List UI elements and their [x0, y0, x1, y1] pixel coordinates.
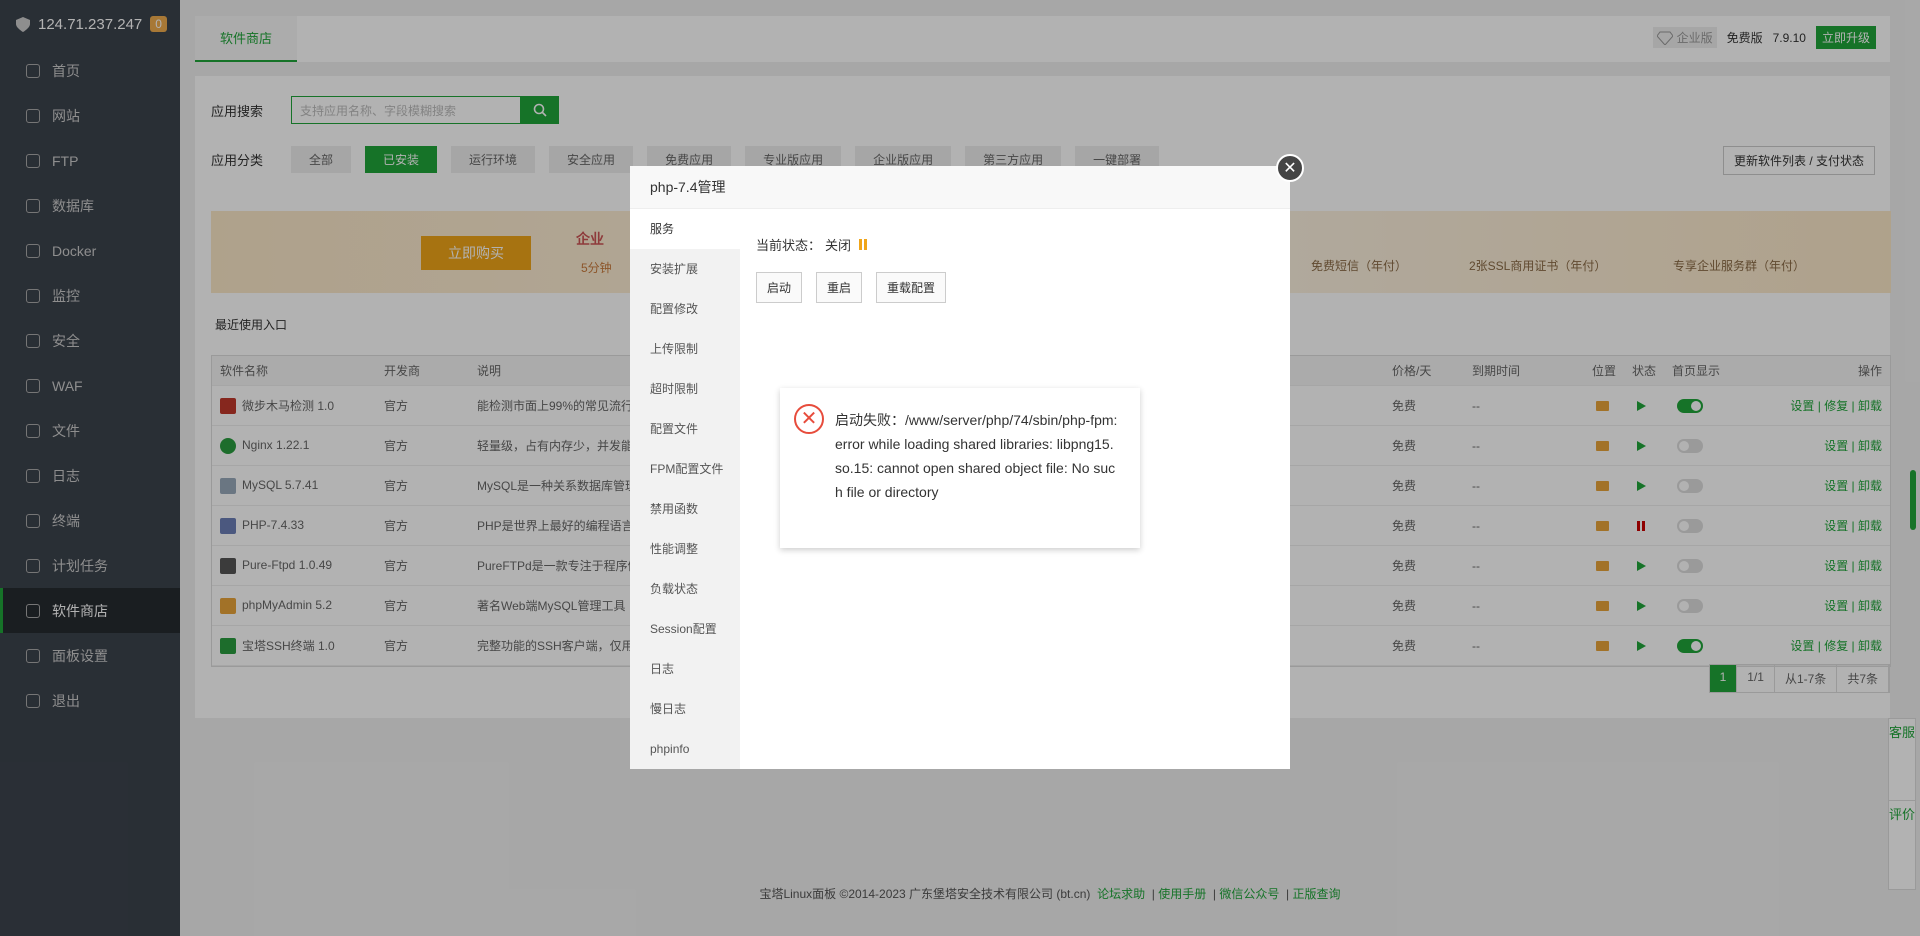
menu-config-file[interactable]: 配置文件 [630, 409, 740, 449]
menu-performance[interactable]: 性能调整 [630, 529, 740, 569]
service-status: 当前状态： 关闭 [756, 235, 868, 254]
error-x-icon: ✕ [794, 404, 824, 434]
menu-phpinfo[interactable]: phpinfo [630, 729, 740, 769]
menu-fpm-config[interactable]: FPM配置文件 [630, 449, 740, 489]
modal-menu: 服务 安装扩展 配置修改 上传限制 超时限制 配置文件 FPM配置文件 禁用函数… [630, 209, 740, 769]
menu-logs[interactable]: 日志 [630, 649, 740, 689]
menu-session-config[interactable]: Session配置 [630, 609, 740, 649]
reload-config-button[interactable]: 重载配置 [876, 272, 947, 303]
restart-button[interactable]: 重启 [816, 272, 863, 303]
menu-extensions[interactable]: 安装扩展 [630, 249, 740, 289]
menu-slow-logs[interactable]: 慢日志 [630, 689, 740, 729]
menu-service[interactable]: 服务 [630, 209, 740, 249]
menu-timeout-limit[interactable]: 超时限制 [630, 369, 740, 409]
menu-load-status[interactable]: 负载状态 [630, 569, 740, 609]
close-icon[interactable]: ✕ [1276, 154, 1304, 182]
pause-status-icon [859, 239, 868, 250]
menu-config-edit[interactable]: 配置修改 [630, 289, 740, 329]
error-dialog: ✕ 启动失败：/www/server/php/74/sbin/php-fpm: … [780, 388, 1140, 548]
menu-upload-limit[interactable]: 上传限制 [630, 329, 740, 369]
start-button[interactable]: 启动 [756, 272, 803, 303]
menu-disabled-functions[interactable]: 禁用函数 [630, 489, 740, 529]
modal-title: php-7.4管理 [630, 166, 1290, 209]
service-buttons: 启动 重启 重载配置 [756, 272, 947, 303]
status-value: 关闭 [825, 238, 852, 253]
error-message: 启动失败：/www/server/php/74/sbin/php-fpm: er… [835, 412, 1118, 500]
